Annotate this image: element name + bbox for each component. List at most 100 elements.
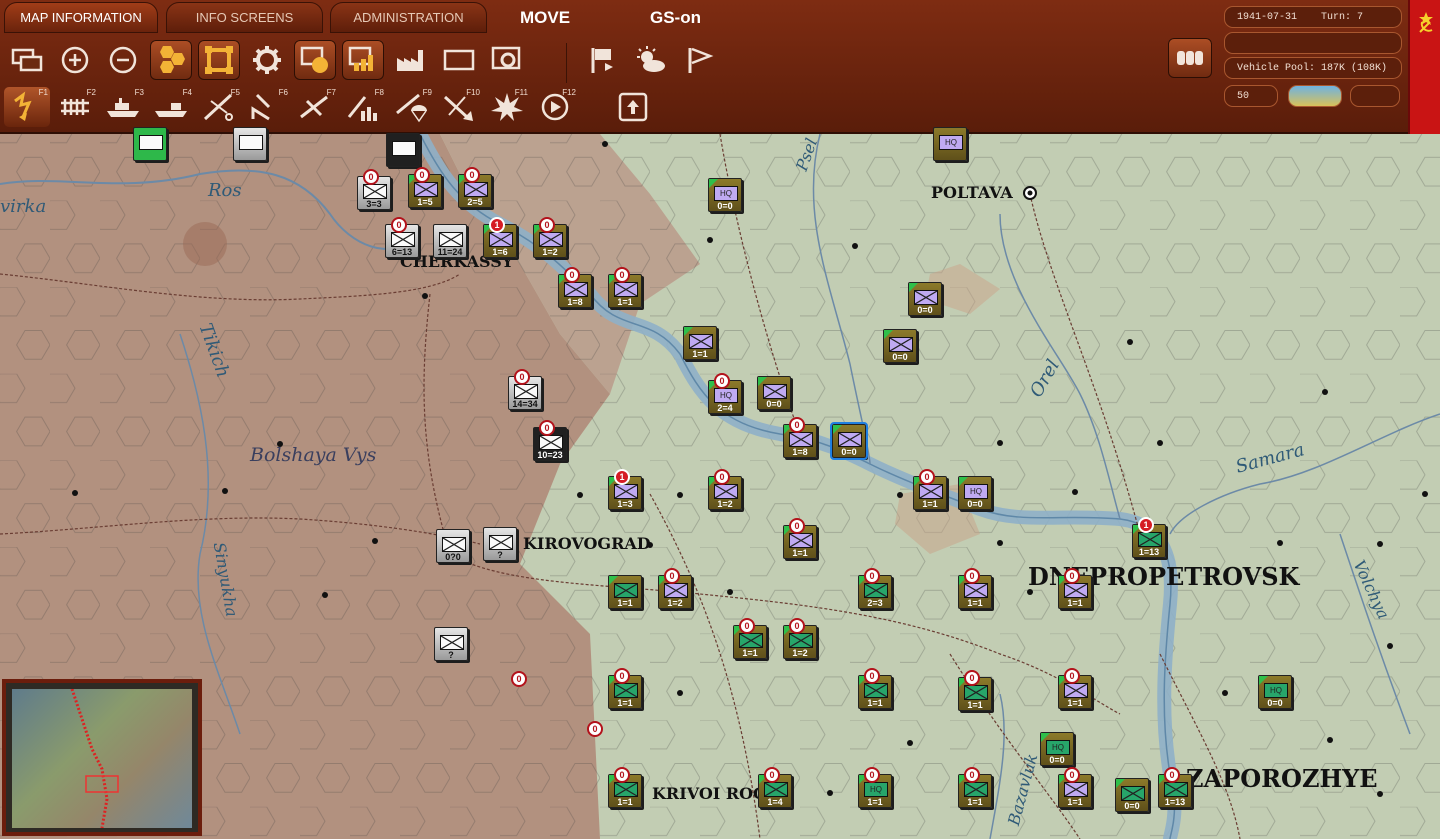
fkey-label: F6 — [278, 88, 288, 97]
flag-exit-icon[interactable] — [582, 40, 624, 80]
unit-counter[interactable]: 1=1 0 — [608, 668, 642, 709]
pennant-icon[interactable] — [678, 40, 720, 80]
unit-counter[interactable]: 6=13 0 — [385, 217, 419, 258]
tab-administration[interactable]: ADMINISTRATION — [330, 2, 487, 33]
unit-counter[interactable]: 1=2 0 — [533, 217, 567, 258]
zoom-field[interactable]: 50 — [1224, 85, 1278, 107]
unit-counter[interactable]: 1=2 0 — [708, 469, 742, 510]
unit-counter[interactable]: 1=1 0 — [608, 767, 642, 808]
paradrop-icon[interactable]: F9 — [388, 87, 434, 127]
unit-counter[interactable] — [233, 127, 267, 161]
weather-icon[interactable] — [630, 40, 672, 80]
unit-counter[interactable]: 1=8 0 — [783, 417, 817, 458]
unit-counter[interactable]: 1=1 0 — [608, 267, 642, 308]
unit-marker[interactable]: 0 — [511, 671, 527, 687]
rail-icon[interactable]: F2 — [52, 87, 98, 127]
windows-icon[interactable] — [6, 40, 48, 80]
explosion-icon[interactable]: F11 — [484, 87, 530, 127]
unit-counter[interactable]: 1=2 0 — [783, 618, 817, 659]
unit-counter[interactable] — [133, 127, 167, 161]
unit-strength: 1=13 — [1138, 547, 1160, 557]
supply-icon[interactable] — [342, 40, 384, 80]
unit-strength: ? — [497, 550, 503, 560]
unit-counter[interactable]: HQ 2=4 0 — [708, 373, 742, 414]
unit-icon[interactable] — [198, 40, 240, 80]
unit-counter[interactable]: 2=3 0 — [858, 568, 892, 609]
unit-counter[interactable]: 0=0 — [757, 376, 791, 410]
tab-map-information[interactable]: MAP INFORMATION — [4, 2, 158, 33]
phase-label[interactable]: MOVE — [520, 8, 570, 28]
tab-info-screens[interactable]: INFO SCREENS — [166, 2, 323, 33]
infantry-icon — [564, 282, 588, 297]
unit-counter[interactable]: 0=0 — [908, 282, 942, 316]
unit-counter[interactable]: HQ 1=1 0 — [858, 767, 892, 808]
unit-counter[interactable]: HQ 0=0 — [958, 476, 992, 510]
unit-counter[interactable]: 1=1 — [683, 326, 717, 360]
unit-counter[interactable]: 1=8 0 — [558, 267, 592, 308]
unit-counter[interactable]: 0=0 — [830, 422, 868, 460]
move-arrow-icon[interactable]: F1 — [4, 87, 50, 127]
settings-window-icon[interactable] — [486, 40, 528, 80]
unit-counter[interactable]: 1=6 1 — [483, 217, 517, 258]
unit-counter[interactable]: 0=0 — [1115, 778, 1149, 812]
city-bomb-icon[interactable]: F8 — [340, 87, 386, 127]
air-transfer-icon[interactable]: F10 — [436, 87, 482, 127]
unit-counter[interactable]: ? — [434, 627, 468, 661]
gear-icon[interactable] — [246, 40, 288, 80]
unit-counter[interactable]: 1=1 0 — [1058, 668, 1092, 709]
unit-counter[interactable]: 14=34 0 — [508, 369, 542, 410]
upload-icon[interactable] — [610, 87, 656, 127]
weather-indicator[interactable] — [1288, 85, 1342, 107]
unit-counter[interactable]: 1=1 0 — [958, 670, 992, 711]
unit-counter[interactable]: HQ — [933, 127, 967, 161]
unit-counter[interactable]: ? — [483, 527, 517, 561]
minimap[interactable] — [2, 679, 202, 836]
blank-field[interactable] — [1350, 85, 1400, 107]
unit-counter[interactable]: HQ 0=0 — [1258, 675, 1292, 709]
unit-strength: 3=3 — [366, 199, 382, 209]
army-icon[interactable] — [1168, 38, 1212, 78]
unit-counter[interactable]: 1=1 0 — [783, 518, 817, 559]
unit-counter[interactable]: 1=1 0 — [913, 469, 947, 510]
unit-marker[interactable]: 0 — [587, 721, 603, 737]
unit-counter[interactable]: 1=1 0 — [1058, 568, 1092, 609]
unit-counter[interactable]: 1=1 0 — [958, 568, 992, 609]
unit-counter[interactable]: 1=1 0 — [858, 668, 892, 709]
unit-counter[interactable]: HQ 0=0 — [708, 178, 742, 212]
unit-counter[interactable]: 10=23 0 — [533, 420, 567, 461]
air-bomb-icon[interactable]: F7 — [292, 87, 338, 127]
unit-counter[interactable]: 3=3 0 — [357, 169, 391, 210]
ship-icon[interactable]: F3 — [100, 87, 146, 127]
city-label: ZAPOROZHYE — [1186, 764, 1378, 793]
zoom-out-icon[interactable] — [102, 40, 144, 80]
factory-icon[interactable] — [390, 40, 432, 80]
unit-counter[interactable]: 0=0 — [883, 329, 917, 363]
unit-counter[interactable]: HQ 0=0 — [1040, 732, 1074, 766]
unit-counter[interactable]: 1=1 0 — [1058, 767, 1092, 808]
unit-counter[interactable]: 1=3 1 — [608, 469, 642, 510]
gs-label[interactable]: GS-on — [650, 8, 701, 28]
vehicle-pool-field[interactable]: Vehicle Pool: 187K (108K) — [1224, 57, 1402, 79]
unit-counter[interactable]: 1=1 — [608, 575, 642, 609]
unit-counter[interactable]: 1=13 0 — [1158, 767, 1192, 808]
unit-counter[interactable]: 2=5 0 — [458, 167, 492, 208]
next-unit-icon[interactable]: F12 — [532, 87, 578, 127]
unit-counter[interactable] — [386, 133, 420, 167]
unit-counter[interactable]: 1=1 0 — [958, 767, 992, 808]
hex-grid-icon[interactable] — [150, 40, 192, 80]
unit-counter[interactable]: 1=5 0 — [408, 167, 442, 208]
airlift-icon[interactable]: F6 — [244, 87, 290, 127]
unit-counter[interactable]: 1=4 0 — [758, 767, 792, 808]
unit-counter[interactable]: 11=24 — [433, 224, 467, 258]
sea-transport-icon[interactable]: F4 — [148, 87, 194, 127]
unit-counter[interactable]: 1=13 1 — [1132, 517, 1166, 558]
counter-stack-icon[interactable] — [294, 40, 336, 80]
air-recon-icon[interactable]: F5 — [196, 87, 242, 127]
rectangle-icon[interactable] — [438, 40, 480, 80]
unit-counter[interactable]: 1=2 0 — [658, 568, 692, 609]
zoom-in-icon[interactable] — [54, 40, 96, 80]
unit-counter[interactable]: 0?0 — [436, 529, 470, 563]
unit-strength: 1=1 — [1067, 698, 1083, 708]
minimap-overlay — [70, 688, 119, 829]
unit-counter[interactable]: 1=1 0 — [733, 618, 767, 659]
